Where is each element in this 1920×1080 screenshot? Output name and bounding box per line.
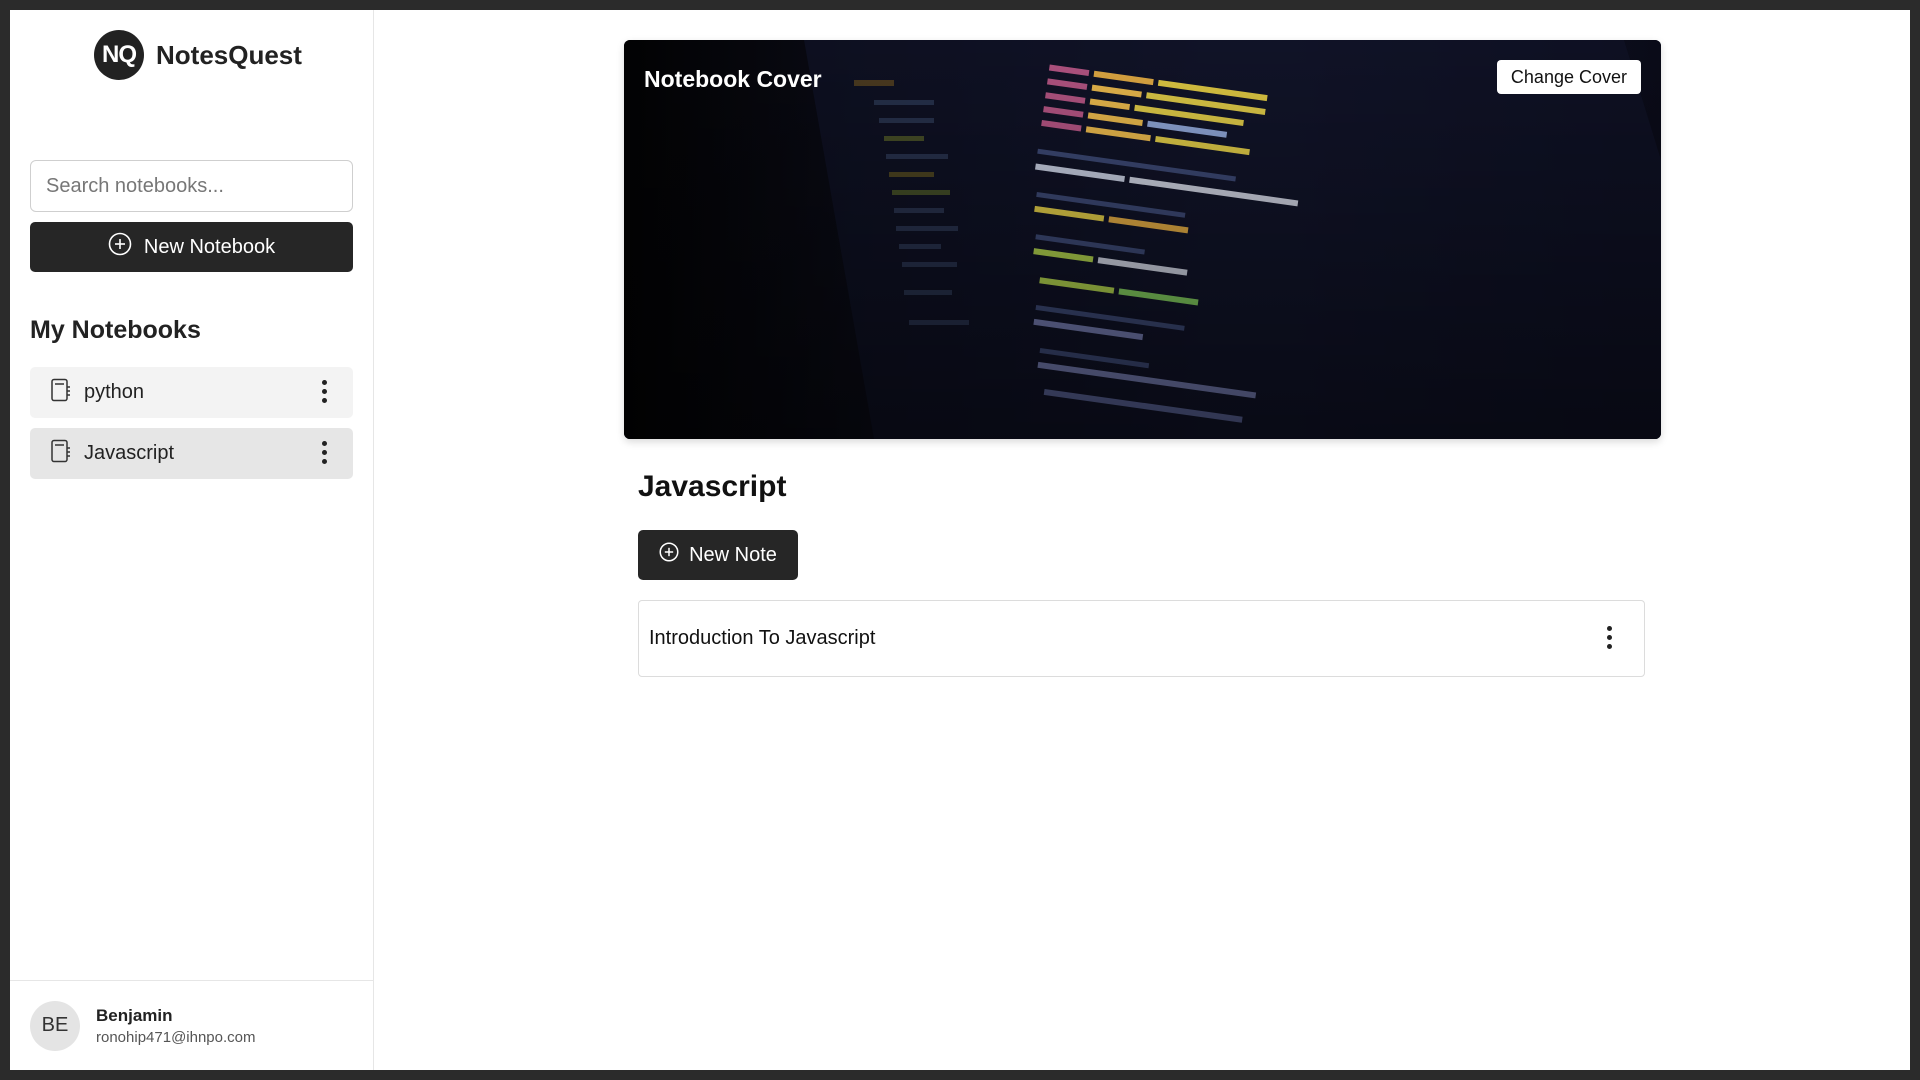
cover-title: Notebook Cover bbox=[644, 66, 822, 92]
avatar: BE bbox=[30, 1000, 80, 1051]
new-notebook-button[interactable]: New Notebook bbox=[30, 222, 353, 272]
code-screen-illustration bbox=[624, 40, 1661, 439]
my-notebooks-heading: My Notebooks bbox=[30, 316, 201, 344]
note-title: Introduction To Javascript bbox=[649, 627, 876, 649]
plus-circle-icon bbox=[108, 232, 132, 262]
notebook-title: Javascript bbox=[638, 470, 787, 503]
plus-circle-icon bbox=[659, 542, 679, 568]
brand-name: NotesQuest bbox=[156, 39, 302, 70]
main-content: Notebook Cover Change Cover Javascript N… bbox=[374, 10, 1910, 1070]
notebook-cover-image: Notebook Cover Change Cover bbox=[624, 40, 1661, 439]
sidebar-item-label: python bbox=[84, 381, 145, 403]
kebab-menu-icon[interactable] bbox=[319, 380, 329, 403]
sidebar-item-label: Javascript bbox=[84, 442, 175, 464]
sidebar-item-python[interactable]: python bbox=[30, 367, 353, 418]
notebook-icon bbox=[50, 378, 72, 407]
new-note-button[interactable]: New Note bbox=[638, 530, 798, 580]
user-info: Benjamin ronohip471@ihnpo.com bbox=[96, 1006, 256, 1046]
new-notebook-label: New Notebook bbox=[143, 235, 276, 258]
user-name: Benjamin bbox=[96, 1005, 173, 1025]
notebook-icon bbox=[50, 439, 72, 468]
user-profile[interactable]: BE Benjamin ronohip471@ihnpo.com bbox=[10, 980, 373, 1070]
kebab-menu-icon[interactable] bbox=[1604, 626, 1614, 649]
change-cover-button[interactable]: Change Cover bbox=[1496, 60, 1641, 94]
brand-logo: NQ bbox=[94, 30, 144, 80]
search-notebooks-input[interactable] bbox=[30, 160, 353, 212]
note-item[interactable]: Introduction To Javascript bbox=[638, 600, 1645, 677]
app-window: NQ NotesQuest New Notebook My Notebooks bbox=[10, 10, 1910, 1070]
sidebar: NQ NotesQuest New Notebook My Notebooks bbox=[10, 10, 374, 1070]
sidebar-item-javascript[interactable]: Javascript bbox=[30, 428, 353, 479]
kebab-menu-icon[interactable] bbox=[319, 441, 329, 464]
user-email: ronohip471@ihnpo.com bbox=[96, 1028, 256, 1046]
new-note-label: New Note bbox=[689, 543, 777, 566]
brand[interactable]: NQ NotesQuest bbox=[94, 30, 302, 80]
